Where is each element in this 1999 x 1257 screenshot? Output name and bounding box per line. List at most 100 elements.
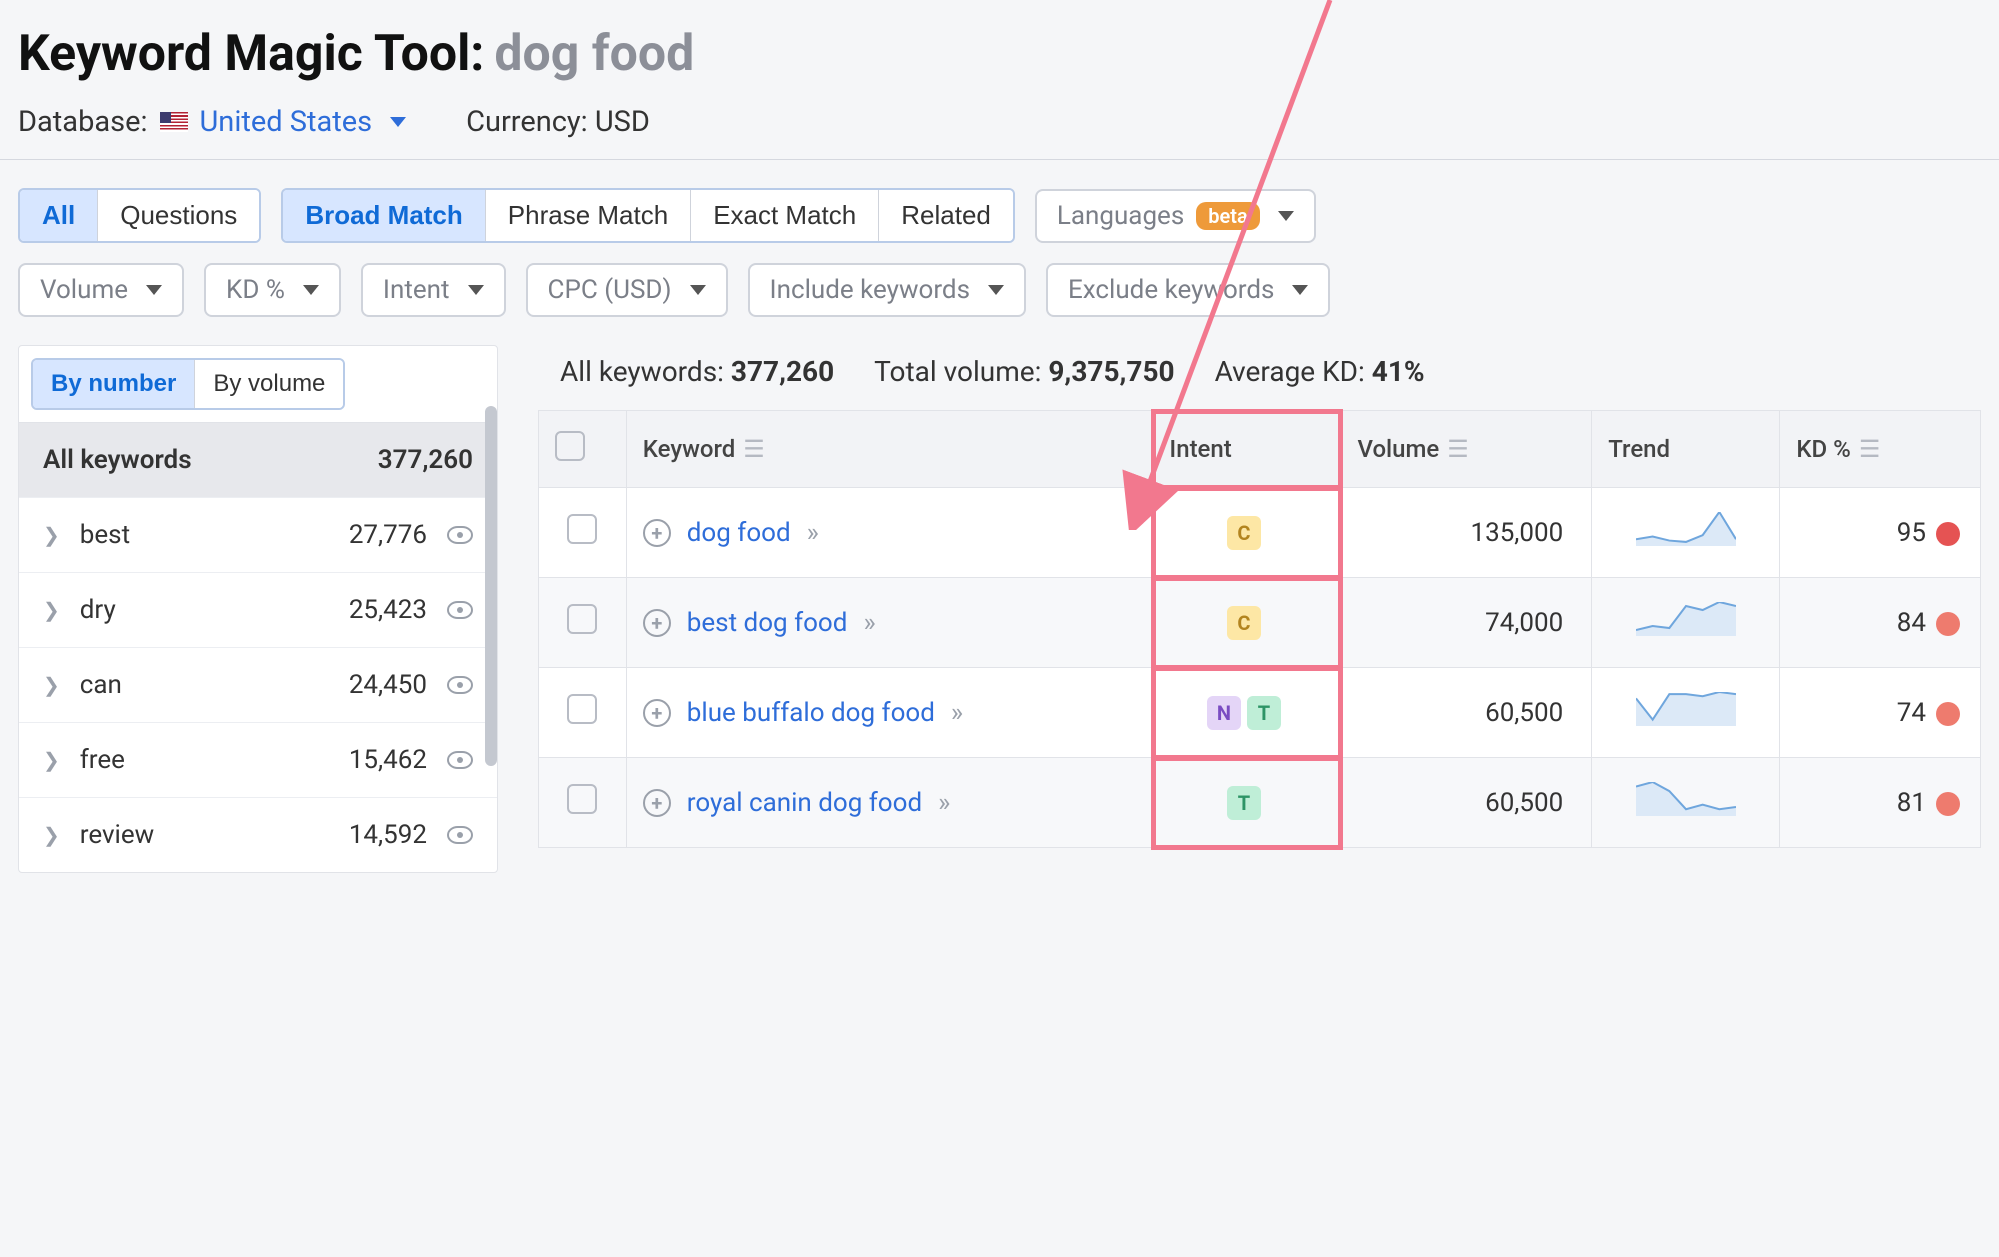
sidebar-group-item[interactable]: ❯ free 15,462 [19,722,497,797]
beta-badge: beta [1196,202,1259,230]
filter-volume[interactable]: Volume [18,263,184,317]
chevron-down-icon [1278,211,1294,221]
tab-questions[interactable]: Questions [97,190,259,241]
table-row: + blue buffalo dog food » NT 60,500 74 [539,668,1981,758]
search-keyword: dog food [494,25,694,83]
row-checkbox[interactable] [567,694,597,724]
chevron-down-icon [1292,285,1308,295]
select-all-checkbox[interactable] [555,431,585,461]
keyword-link[interactable]: royal canin dog food [687,788,922,818]
eye-icon[interactable] [447,751,473,769]
eye-icon[interactable] [447,526,473,544]
chevron-down-icon [988,285,1004,295]
difficulty-dot-icon [1936,522,1960,546]
sidebar-groups-list: ❯ best 27,776 ❯ dry 25,423 ❯ can 24,450 … [19,497,497,872]
kd-cell: 74 [1780,668,1981,758]
sort-icon: ☰ [1447,435,1469,463]
kd-cell: 81 [1780,758,1981,848]
intent-badge-c: C [1227,606,1261,640]
col-checkbox [539,411,627,488]
page-title: Keyword Magic Tool: dog food [18,25,1981,83]
currency-label: Currency: USD [466,105,650,139]
keywords-table: Keyword☰ Intent Volume☰ Trend KD %☰ + do… [538,410,1981,848]
filter-cpc[interactable]: CPC (USD) [526,263,728,317]
add-keyword-icon[interactable]: + [643,699,671,727]
tab-related[interactable]: Related [878,190,1013,241]
filter-include-keywords[interactable]: Include keywords [748,263,1026,317]
tab-phrase-match[interactable]: Phrase Match [485,190,690,241]
expand-icon[interactable]: » [807,518,816,548]
match-type-tabs: Broad Match Phrase Match Exact Match Rel… [281,188,1015,243]
tab-by-number[interactable]: By number [33,360,194,408]
sidebar-group-item[interactable]: ❯ dry 25,423 [19,572,497,647]
kd-cell: 95 [1780,488,1981,578]
group-count: 14,592 [349,820,427,850]
volume-cell: 74,000 [1341,578,1592,668]
languages-dropdown[interactable]: Languages beta [1035,189,1316,243]
filter-exclude-keywords[interactable]: Exclude keywords [1046,263,1330,317]
trend-cell [1592,578,1780,668]
database-selector[interactable]: Database: United States [18,105,406,139]
intent-cell: NT [1153,668,1341,758]
sort-icon: ☰ [743,435,765,463]
row-checkbox[interactable] [567,604,597,634]
trend-cell [1592,668,1780,758]
keyword-type-tabs: All Questions [18,188,261,243]
keyword-link[interactable]: dog food [687,518,791,548]
row-checkbox[interactable] [567,784,597,814]
col-intent[interactable]: Intent [1153,411,1341,488]
trend-cell [1592,758,1780,848]
add-keyword-icon[interactable]: + [643,789,671,817]
trend-cell [1592,488,1780,578]
col-keyword[interactable]: Keyword☰ [626,411,1153,488]
expand-icon[interactable]: » [938,788,947,818]
group-count: 25,423 [349,595,427,625]
chevron-right-icon: ❯ [43,673,60,697]
table-row: + royal canin dog food » T 60,500 81 [539,758,1981,848]
expand-icon[interactable]: » [863,608,872,638]
sidebar-group-item[interactable]: ❯ review 14,592 [19,797,497,872]
row-checkbox[interactable] [567,514,597,544]
chevron-right-icon: ❯ [43,823,60,847]
difficulty-dot-icon [1936,702,1960,726]
eye-icon[interactable] [447,826,473,844]
intent-cell: T [1153,758,1341,848]
col-volume[interactable]: Volume☰ [1341,411,1592,488]
tab-exact-match[interactable]: Exact Match [690,190,878,241]
keyword-link[interactable]: blue buffalo dog food [687,698,935,728]
expand-icon[interactable]: » [951,698,960,728]
scrollbar[interactable] [485,406,497,766]
intent-cell: C [1153,488,1341,578]
difficulty-dot-icon [1936,612,1960,636]
keyword-link[interactable]: best dog food [687,608,848,638]
volume-cell: 60,500 [1341,668,1592,758]
eye-icon[interactable] [447,601,473,619]
tab-all[interactable]: All [20,190,97,241]
table-row: + dog food » C 135,000 95 [539,488,1981,578]
tab-broad-match[interactable]: Broad Match [283,190,484,241]
col-trend: Trend [1592,411,1780,488]
chevron-down-icon [303,285,319,295]
group-name: best [80,520,329,550]
col-kd[interactable]: KD %☰ [1780,411,1981,488]
sidebar-all-keywords[interactable]: All keywords 377,260 [19,423,497,497]
us-flag-icon [160,112,188,132]
tab-by-volume[interactable]: By volume [194,360,343,408]
eye-icon[interactable] [447,676,473,694]
add-keyword-icon[interactable]: + [643,519,671,547]
add-keyword-icon[interactable]: + [643,609,671,637]
group-name: dry [80,595,329,625]
sidebar-group-item[interactable]: ❯ best 27,776 [19,497,497,572]
filter-kd[interactable]: KD % [204,263,341,317]
group-count: 24,450 [349,670,427,700]
chevron-down-icon [146,285,162,295]
group-count: 15,462 [349,745,427,775]
difficulty-dot-icon [1936,792,1960,816]
filter-intent[interactable]: Intent [361,263,506,317]
chevron-down-icon [390,117,406,127]
sidebar-group-item[interactable]: ❯ can 24,450 [19,647,497,722]
sort-icon: ☰ [1859,435,1881,463]
chevron-right-icon: ❯ [43,748,60,772]
keyword-groups-sidebar: By number By volume All keywords 377,260… [18,345,498,873]
intent-cell: C [1153,578,1341,668]
